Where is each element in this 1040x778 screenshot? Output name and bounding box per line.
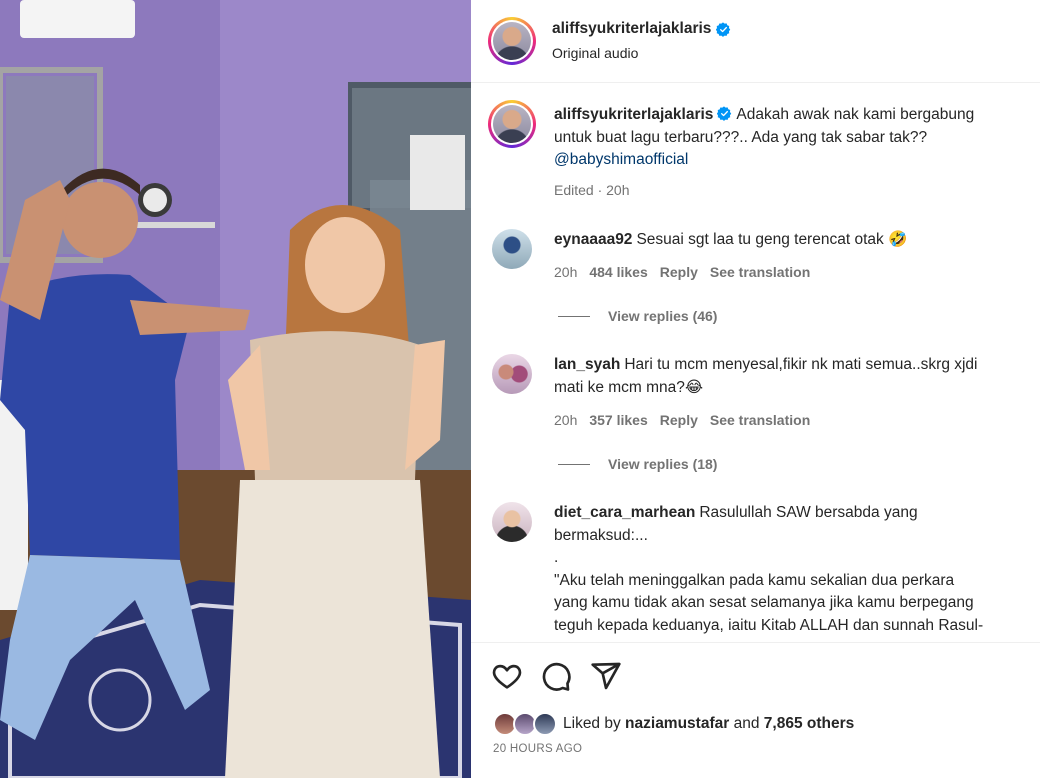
verified-badge-icon [717, 106, 732, 121]
liked-by-and: and [733, 715, 760, 732]
comment-body-line-4: "Aku telah meninggalkan pada kamu sekali… [554, 571, 955, 589]
comment-avatar[interactable] [492, 354, 532, 394]
likes-count[interactable]: 7,865 others [764, 715, 854, 733]
caption-line-1: Adakah awak nak kami bergabung [736, 106, 975, 123]
comment-body-line-5: yang kamu tidak akan sesat selamanya jik… [554, 594, 974, 611]
see-translation-button[interactable]: See translation [710, 264, 810, 280]
comment-username[interactable]: lan_syah [554, 356, 620, 373]
verified-badge-icon [716, 21, 731, 37]
comment-time: 20h [554, 264, 578, 280]
caption-avatar[interactable] [488, 100, 536, 148]
comment-body: Sesuai sgt laa tu geng terencat otak 🤣 [636, 231, 908, 248]
comment-text: eynaaaa92 Sesuai sgt laa tu geng terencat… [554, 229, 1024, 252]
audio-label[interactable]: Original audio [552, 45, 638, 61]
comments-list: aliffsyukriterlajaklaris Adakah awak nak … [471, 84, 1040, 641]
comment-time: 20h [554, 412, 578, 428]
replies-divider [558, 315, 590, 317]
heart-icon[interactable] [491, 660, 523, 692]
comment-meta: 20h 484 likes Reply See translation [554, 264, 810, 280]
comment-avatar[interactable] [492, 229, 532, 269]
comment-text: lan_syah Hari tu mcm menyesal,fikir nk ma… [554, 354, 1034, 399]
comment-body-line-2: mati ke mcm mna?😂 [554, 378, 704, 396]
comment-body-line-3: . [554, 549, 559, 566]
liked-by-user[interactable]: naziamustafar [625, 715, 729, 733]
post-timestamp[interactable]: 20 HOURS AGO [493, 743, 582, 755]
video-frame [0, 0, 471, 778]
replies-divider [558, 463, 590, 465]
view-replies-button[interactable]: View replies (18) [558, 456, 717, 472]
reply-button[interactable]: Reply [660, 412, 698, 428]
liked-by-row: Liked by naziamustafar and 7,865 others [493, 712, 854, 736]
caption-edited-time: Edited · 20h [554, 182, 630, 198]
view-replies-label[interactable]: View replies (46) [608, 308, 717, 324]
comment-text: diet_cara_marhean Rasulullah SAW bersabda… [554, 502, 1034, 637]
reply-button[interactable]: Reply [660, 264, 698, 280]
caption-line-2: untuk buat lagu terbaru???.. Ada yang ta… [554, 128, 928, 146]
caption-mention-link[interactable]: @babyshimaofficial [554, 151, 688, 168]
comment-likes[interactable]: 357 likes [589, 412, 647, 428]
caption-text: aliffsyukriterlajaklaris Adakah awak nak … [554, 104, 1024, 172]
view-replies-button[interactable]: View replies (46) [558, 308, 717, 324]
comment-body-line-2: bermaksud:... [554, 526, 648, 544]
caption-meta: Edited · 20h [554, 182, 630, 198]
author-username-row[interactable]: aliffsyukriterlajaklaris [552, 20, 731, 38]
comment-icon[interactable] [540, 660, 572, 692]
liked-by-prefix: Liked by [563, 715, 621, 732]
comment-username[interactable]: diet_cara_marhean [554, 504, 695, 521]
comment-body-line-6: teguh kepada keduanya, iaitu Kitab ALLAH… [554, 616, 984, 634]
see-translation-button[interactable]: See translation [710, 412, 810, 428]
author-username[interactable]: aliffsyukriterlajaklaris [552, 20, 711, 38]
liker-avatars[interactable] [493, 712, 559, 736]
caption-username[interactable]: aliffsyukriterlajaklaris [554, 106, 713, 123]
liker-avatar [533, 712, 557, 736]
author-avatar[interactable] [488, 17, 536, 65]
comment-avatar[interactable] [492, 502, 532, 542]
comment-body-line-1: Hari tu mcm menyesal,fikir nk mati semua… [624, 356, 978, 373]
comment-body-line-1: Rasulullah SAW bersabda yang [699, 504, 918, 521]
view-replies-label[interactable]: View replies (18) [608, 456, 717, 472]
share-icon[interactable] [590, 660, 622, 692]
post-actions: Liked by naziamustafar and 7,865 others … [471, 642, 1040, 778]
comment-username[interactable]: eynaaaa92 [554, 231, 632, 248]
post-header: aliffsyukriterlajaklaris Original audio [471, 0, 1040, 83]
post-video[interactable] [0, 0, 471, 778]
comment-likes[interactable]: 484 likes [589, 264, 647, 280]
comment-meta: 20h 357 likes Reply See translation [554, 412, 810, 428]
post-details-panel: aliffsyukriterlajaklaris Original audio … [471, 0, 1040, 778]
